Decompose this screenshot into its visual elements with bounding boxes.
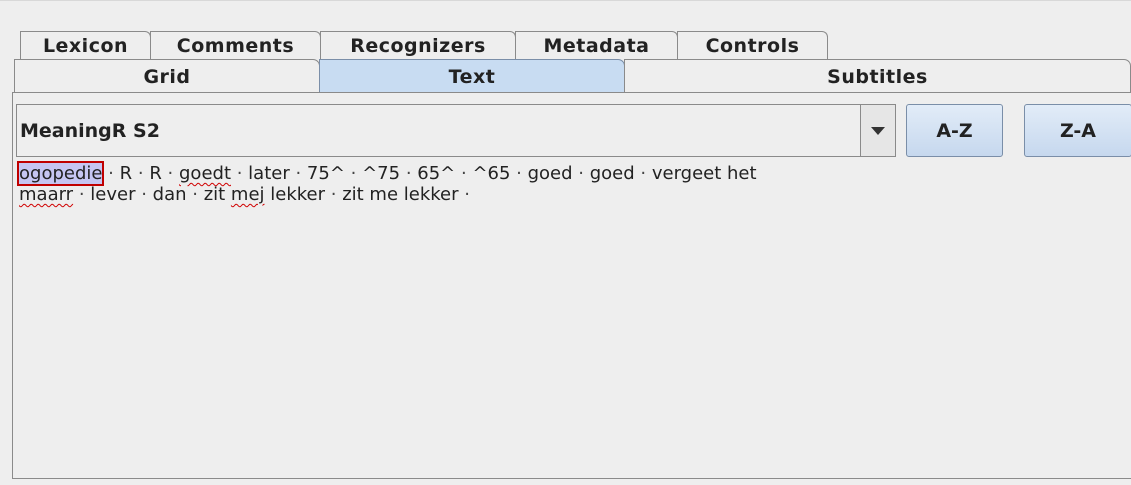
annotation-token[interactable]: goed bbox=[528, 163, 573, 184]
tab-metadata[interactable]: Metadata bbox=[515, 31, 678, 59]
annotation-token[interactable]: ^75 bbox=[362, 163, 400, 184]
token-separator: · bbox=[102, 163, 120, 184]
annotation-token[interactable]: later bbox=[248, 163, 290, 184]
token-separator: · bbox=[73, 184, 91, 205]
chevron-down-icon[interactable] bbox=[860, 105, 895, 156]
sort-za-button[interactable]: Z-A bbox=[1024, 104, 1131, 157]
tab-controls[interactable]: Controls bbox=[677, 31, 828, 59]
annotation-token[interactable]: dan bbox=[153, 184, 187, 205]
selected-annotation[interactable]: ogopedie bbox=[16, 161, 105, 186]
text-view: MeaningR S2 A-Z Z-A ogopedie · R · R · g… bbox=[12, 92, 1131, 479]
annotation-token[interactable]: 65^ bbox=[417, 163, 455, 184]
token-separator: · bbox=[455, 163, 473, 184]
annotation-word: zit bbox=[203, 184, 231, 205]
annotation-text-area[interactable]: ogopedie · R · R · goedt · later · 75^ ·… bbox=[16, 161, 1131, 477]
tab-text[interactable]: Text bbox=[319, 59, 625, 93]
annotation-panel: Lexicon Comments Recognizers Metadata Co… bbox=[0, 0, 1131, 485]
sort-az-button[interactable]: A-Z bbox=[906, 104, 1003, 157]
token-separator: · bbox=[289, 163, 307, 184]
annotation-token[interactable]: 75^ bbox=[307, 163, 345, 184]
annotation-token[interactable]: zit me lekker bbox=[342, 184, 458, 205]
tab-grid[interactable]: Grid bbox=[14, 59, 320, 93]
annotation-token[interactable]: vergeet het bbox=[652, 163, 757, 184]
tab-comments[interactable]: Comments bbox=[150, 31, 321, 59]
misspelled-word: mej bbox=[230, 184, 265, 205]
token-separator: · bbox=[400, 163, 418, 184]
annotation-word: lekker bbox=[264, 184, 326, 205]
tab-lexicon[interactable]: Lexicon bbox=[20, 31, 151, 59]
token-separator: · bbox=[135, 184, 153, 205]
token-separator: · bbox=[231, 163, 249, 184]
token-separator: · bbox=[510, 163, 528, 184]
tab-subtitles[interactable]: Subtitles bbox=[624, 59, 1131, 93]
tier-selector-value: MeaningR S2 bbox=[20, 119, 160, 142]
text-line: ogopedie · R · R · goedt · later · 75^ ·… bbox=[16, 161, 1129, 186]
text-view-toolbar: MeaningR S2 A-Z Z-A bbox=[16, 104, 1131, 159]
annotation-token[interactable]: R bbox=[120, 163, 133, 184]
tier-selector[interactable]: MeaningR S2 bbox=[16, 104, 896, 157]
annotation-token[interactable]: goed bbox=[590, 163, 635, 184]
token-separator: · bbox=[161, 163, 179, 184]
token-separator: · bbox=[572, 163, 590, 184]
tab-row-bottom: Grid Text Subtitles bbox=[14, 59, 1131, 93]
annotation-token[interactable]: maarr bbox=[19, 184, 73, 205]
tab-recognizers[interactable]: Recognizers bbox=[320, 31, 516, 59]
annotation-token[interactable]: goedt bbox=[179, 163, 231, 184]
token-separator: · bbox=[458, 184, 470, 205]
annotation-token[interactable]: R bbox=[149, 163, 162, 184]
token-separator: · bbox=[344, 163, 363, 184]
token-separator: · bbox=[634, 163, 652, 184]
token-separator: · bbox=[186, 184, 204, 205]
annotation-token[interactable]: ^65 bbox=[472, 163, 510, 184]
token-separator: · bbox=[325, 184, 343, 205]
annotation-token[interactable]: zit mej lekker bbox=[204, 184, 325, 205]
text-line: maarr · lever · dan · zit mej lekker · z… bbox=[19, 184, 1129, 205]
annotation-token[interactable]: lever bbox=[90, 184, 135, 205]
token-separator: · bbox=[132, 163, 150, 184]
tab-row-top: Lexicon Comments Recognizers Metadata Co… bbox=[20, 31, 828, 59]
